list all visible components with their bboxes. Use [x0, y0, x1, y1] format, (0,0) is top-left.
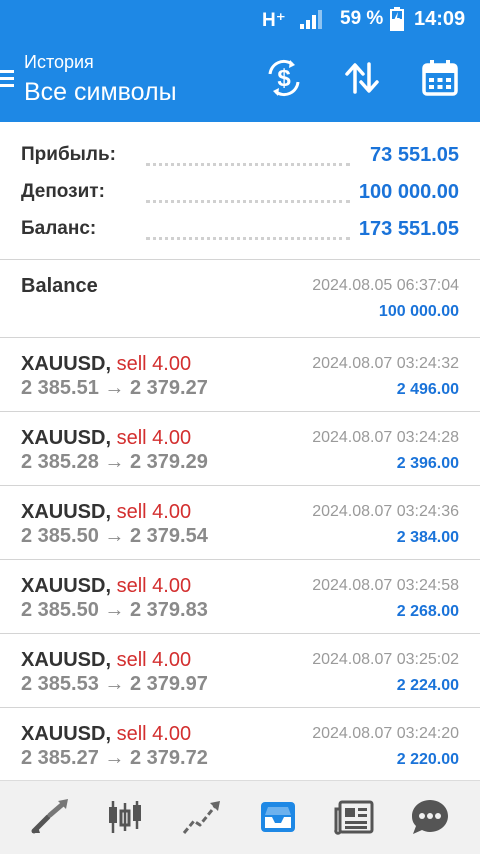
deal-time: 2024.08.07 03:24:32 — [312, 355, 459, 372]
deal-profit: 2 396.00 — [396, 455, 459, 472]
deal-profit: 2 496.00 — [396, 381, 459, 398]
symbol-separator: , — [105, 501, 112, 523]
app-bar: История Все символы $ — [0, 38, 480, 122]
symbol-separator: , — [105, 353, 112, 375]
deal-side: sell 4.00 — [116, 427, 192, 449]
balance-entry[interactable]: Balance 2024.08.05 06:37:04 100 000.00 — [0, 261, 480, 338]
entry-time: 2024.08.05 06:37:04 — [312, 277, 459, 294]
deal-side: sell 4.00 — [116, 501, 192, 523]
deal-time: 2024.08.07 03:24:28 — [312, 429, 459, 446]
summary-row-profit: Прибыль: 73 551.05 — [0, 144, 480, 174]
deal-profit: 2 224.00 — [396, 677, 459, 694]
nav-news[interactable] — [330, 795, 378, 839]
status-clock: 14:09 — [414, 8, 466, 30]
symbol-separator: , — [105, 575, 112, 597]
chart-icon — [109, 801, 141, 833]
network-type: H⁺ — [262, 10, 286, 31]
deal-symbol: XAUUSD, sell 4.00 — [21, 575, 191, 598]
summary-row-balance: Баланс: 173 551.05 — [0, 218, 480, 248]
balance-label: Balance — [21, 275, 98, 297]
deal-symbol: XAUUSD, sell 4.00 — [21, 427, 191, 450]
deal-row[interactable]: XAUUSD, sell 4.00 2 385.28 → 2 379.29 20… — [0, 413, 480, 486]
deal-prices: 2 385.50 → 2 379.83 — [21, 599, 208, 621]
header-title[interactable]: Все символы — [24, 78, 177, 107]
deal-symbol: XAUUSD, sell 4.00 — [21, 649, 191, 672]
dotted-leader — [146, 163, 350, 166]
deal-time: 2024.08.07 03:25:02 — [312, 651, 459, 668]
symbol-name: XAUUSD — [21, 353, 106, 375]
deal-side: sell 4.00 — [116, 723, 192, 745]
deal-row[interactable]: XAUUSD, sell 4.00 2 385.51 → 2 379.27 20… — [0, 339, 480, 412]
symbol-name: XAUUSD — [21, 501, 106, 523]
summary-value: 73 551.05 — [370, 144, 459, 166]
deal-profit: 2 384.00 — [396, 529, 459, 546]
news-icon — [334, 800, 374, 835]
currency-exchange-icon[interactable]: $ — [262, 56, 306, 100]
symbol-name: XAUUSD — [21, 427, 106, 449]
summary-row-deposit: Депозит: 100 000.00 — [0, 181, 480, 211]
header-subtitle: История — [24, 52, 94, 72]
deal-time: 2024.08.07 03:24:58 — [312, 577, 459, 594]
symbol-name: XAUUSD — [21, 575, 106, 597]
symbol-name: XAUUSD — [21, 723, 106, 745]
deal-time: 2024.08.07 03:24:36 — [312, 503, 459, 520]
messages-icon — [412, 800, 448, 834]
signal-icon — [300, 10, 322, 29]
battery-charging-icon — [390, 7, 404, 31]
menu-icon[interactable] — [0, 66, 18, 90]
dotted-leader — [146, 200, 350, 203]
deal-side: sell 4.00 — [116, 353, 192, 375]
symbol-separator: , — [105, 649, 112, 671]
svg-text:$: $ — [277, 65, 291, 92]
nav-trade[interactable] — [178, 795, 226, 839]
summary-value: 100 000.00 — [358, 181, 459, 203]
deal-prices: 2 385.53 → 2 379.97 — [21, 673, 208, 695]
deal-prices: 2 385.28 → 2 379.29 — [21, 451, 208, 473]
summary-panel: Прибыль: 73 551.05 Депозит: 100 000.00 Б… — [0, 122, 480, 260]
summary-label: Депозит: — [21, 181, 105, 202]
entry-amount: 100 000.00 — [378, 303, 459, 320]
deal-time: 2024.08.07 03:24:20 — [312, 725, 459, 742]
battery-percent: 59 % — [340, 8, 384, 29]
deal-prices: 2 385.51 → 2 379.27 — [21, 377, 208, 399]
quotes-icon — [31, 799, 68, 834]
nav-messages[interactable] — [406, 795, 454, 839]
deal-symbol: XAUUSD, sell 4.00 — [21, 501, 191, 524]
history-icon — [261, 802, 295, 832]
summary-label: Баланс: — [21, 218, 97, 239]
symbol-separator: , — [105, 427, 112, 449]
sort-icon[interactable] — [340, 56, 384, 100]
deal-side: sell 4.00 — [116, 575, 192, 597]
deal-prices: 2 385.27 → 2 379.72 — [21, 747, 208, 769]
symbol-separator: , — [105, 723, 112, 745]
deal-side: sell 4.00 — [116, 649, 192, 671]
deal-profit: 2 220.00 — [396, 751, 459, 768]
dotted-leader — [146, 237, 350, 240]
symbol-name: XAUUSD — [21, 649, 106, 671]
deal-prices: 2 385.50 → 2 379.54 — [21, 525, 208, 547]
bottom-nav — [0, 780, 480, 854]
deal-row[interactable]: XAUUSD, sell 4.00 2 385.53 → 2 379.97 20… — [0, 635, 480, 708]
nav-quotes[interactable] — [26, 795, 74, 839]
calendar-icon[interactable] — [418, 56, 462, 100]
summary-label: Прибыль: — [21, 144, 116, 165]
nav-history[interactable] — [254, 795, 302, 839]
trade-icon — [182, 801, 220, 834]
nav-chart[interactable] — [101, 795, 149, 839]
deal-row[interactable]: XAUUSD, sell 4.00 2 385.50 → 2 379.54 20… — [0, 487, 480, 560]
deal-symbol: XAUUSD, sell 4.00 — [21, 353, 191, 376]
deal-symbol: XAUUSD, sell 4.00 — [21, 723, 191, 746]
status-bar: H⁺ 59 % 14:09 — [0, 0, 480, 38]
deal-row[interactable]: XAUUSD, sell 4.00 2 385.50 → 2 379.83 20… — [0, 561, 480, 634]
summary-value: 173 551.05 — [358, 218, 459, 240]
deal-row[interactable]: XAUUSD, sell 4.00 2 385.27 → 2 379.72 20… — [0, 709, 480, 780]
deal-profit: 2 268.00 — [396, 603, 459, 620]
